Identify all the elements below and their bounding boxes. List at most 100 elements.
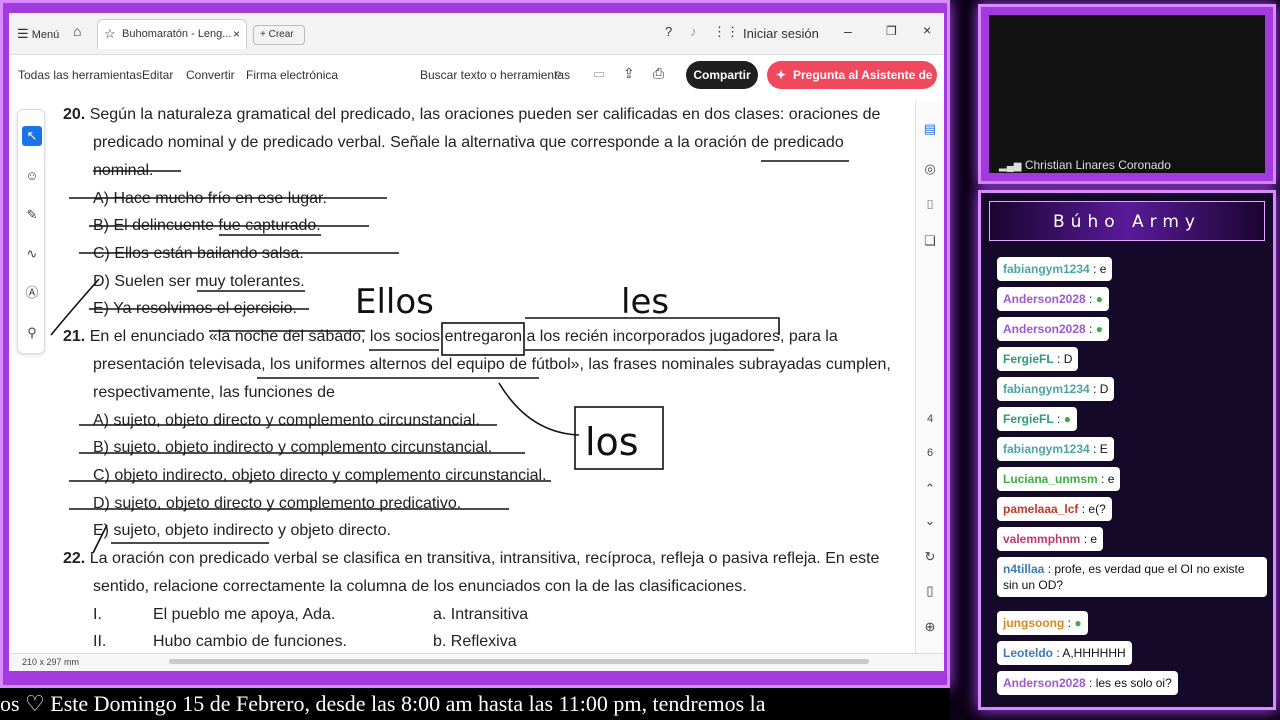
tool-bar: Todas las herramientas Editar Convertir … (9, 55, 944, 110)
chat-message: n4tillaa : profe, es verdad que el OI no… (997, 557, 1267, 597)
zoom-in-icon[interactable]: ⊕ (921, 619, 939, 637)
chat-username[interactable]: Anderson2028 (1003, 292, 1086, 306)
page-down-icon[interactable]: ⌄ (921, 513, 939, 531)
q21-option-c: C) objeto indirecto, objeto directo y co… (93, 467, 547, 484)
emote-icon: ● (1095, 292, 1103, 306)
chat-username[interactable]: Leoteldo (1003, 646, 1053, 660)
search-tools-field[interactable]: Buscar texto o herramientas (420, 68, 570, 82)
stream-layout: ☰ Menú ⌂ ☆ Buhomaratón - Leng... × + Cre… (0, 0, 1280, 720)
new-tab-button[interactable]: + Crear (253, 25, 305, 45)
q21-number: 21. (63, 328, 86, 345)
emote-icon: ● (1063, 412, 1071, 426)
chat-message: fabiangym1234 : D (997, 377, 1115, 401)
chat-username[interactable]: Anderson2028 (1003, 322, 1086, 336)
chat-separator: : (1085, 676, 1096, 690)
edit-pdf-icon[interactable]: ▤ (921, 121, 939, 139)
signal-bars-icon: ▂▄▆ (999, 161, 1022, 172)
q21-option-e: E) sujeto, objeto indirecto y objeto dir… (93, 522, 391, 539)
page-up-icon[interactable]: ⌃ (921, 481, 939, 499)
chat-username[interactable]: Anderson2028 (1003, 676, 1086, 690)
chat-separator: : (1085, 292, 1096, 306)
chat-text: e (1090, 532, 1098, 546)
chat-username[interactable]: FergieFL (1003, 412, 1054, 426)
q21-option-d: D) sujeto, objeto directo y complemento … (93, 495, 462, 512)
q20-line2: predicado nominal y de predicado verbal.… (93, 134, 844, 151)
chat-message-list[interactable]: fabiangym1234 : e Anderson2028 : ● Anderso… (981, 241, 1273, 711)
chat-username[interactable]: fabiangym1234 (1003, 262, 1090, 276)
close-tab-icon[interactable]: × (233, 27, 240, 41)
bell-icon[interactable]: ♪ (690, 24, 697, 39)
maximize-icon[interactable]: ❐ (886, 24, 897, 38)
news-ticker: os ♡ Este Domingo 15 de Febrero, desde l… (0, 688, 950, 720)
home-icon[interactable]: ⌂ (73, 23, 81, 39)
chat-username[interactable]: n4tillaa (1003, 562, 1044, 576)
chat-username[interactable]: fabiangym1234 (1003, 382, 1090, 396)
rotate-icon[interactable]: ↻ (921, 549, 939, 567)
chat-username[interactable]: Luciana_unmsm (1003, 472, 1098, 486)
apps-grid-icon[interactable]: ⋮⋮ (713, 24, 739, 40)
chat-separator: : (1044, 562, 1055, 576)
webcam-nameplate: ▂▄▆ Christian Linares Coronado (999, 158, 1171, 172)
chat-username[interactable]: jungsoong (1003, 616, 1064, 630)
pencil-icon[interactable]: ✎ (22, 205, 42, 225)
sign-in-button[interactable]: Iniciar sesión (743, 26, 819, 41)
annotation-toolbar: ↖ ☺ ✎ ∿ Ⓐ ⚲ (17, 109, 45, 354)
chat-text: E (1099, 442, 1108, 456)
star-icon[interactable]: ☆ (104, 26, 116, 42)
emote-icon: ● (1095, 322, 1103, 336)
chat-text: e (1099, 262, 1107, 276)
menu-button[interactable]: ☰ Menú (17, 26, 59, 42)
q21-line2: presentación televisada, los uniformes a… (93, 356, 891, 373)
all-tools-menu[interactable]: Todas las herramientas (18, 68, 142, 82)
chat-text: D (1063, 352, 1073, 366)
search-icon[interactable]: ⌕ (554, 65, 562, 82)
q22-line1: La oración con predicado verbal se clasi… (89, 550, 880, 567)
comment-icon[interactable]: ☺ (22, 166, 42, 186)
chat-username[interactable]: FergieFL (1003, 352, 1054, 366)
document-icon[interactable]: ▯ (921, 583, 939, 601)
q21-option-a: A) sujeto, objeto directo y complemento … (93, 412, 480, 429)
q20-option-b: B) El delincuente fue capturado. (93, 217, 321, 234)
chat-username[interactable]: fabiangym1234 (1003, 442, 1090, 456)
streamer-name: Christian Linares Coronado (1024, 158, 1171, 172)
pdf-viewer-window: ☰ Menú ⌂ ☆ Buhomaratón - Leng... × + Cre… (9, 13, 944, 671)
print-icon[interactable]: ⎙ (653, 65, 664, 82)
comment-panel-icon[interactable]: ◎ (921, 161, 939, 179)
page-size-label: 210 x 297 mm (22, 657, 80, 667)
horizontal-scrollbar[interactable] (169, 659, 869, 664)
stamp-icon[interactable]: ⚲ (22, 323, 42, 343)
pdf-page: 20. Según la naturaleza gramatical del p… (49, 101, 909, 656)
select-cursor-icon[interactable]: ↖ (22, 126, 42, 146)
upload-icon[interactable]: ⇪ (623, 65, 635, 82)
chat-separator: : (1078, 502, 1089, 516)
edit-menu[interactable]: Editar (142, 68, 173, 82)
menu-icon: ☰ (17, 26, 29, 41)
convert-menu[interactable]: Convertir (186, 68, 235, 82)
save-icon[interactable]: ▭ (593, 66, 605, 82)
chat-separator: : (1089, 382, 1100, 396)
ai-assistant-button[interactable]: ✦Pregunta al Asistente de IA (767, 61, 937, 110)
document-tab[interactable]: ☆ Buhomaratón - Leng... × (97, 19, 247, 49)
chat-message: valemmphnm : e (997, 527, 1104, 551)
chat-message: Anderson2028 : ● (997, 287, 1109, 311)
chat-message: jungsoong : ● (997, 611, 1088, 635)
q21-option-b: B) sujeto, objeto indirecto y complement… (93, 439, 493, 456)
chat-username[interactable]: valemmphnm (1003, 532, 1080, 546)
chat-text: e(? (1088, 502, 1106, 516)
share-button[interactable]: Compartir (686, 61, 758, 89)
chat-username[interactable]: pamelaaa_lcf (1003, 502, 1078, 516)
draw-loop-icon[interactable]: ∿ (22, 244, 42, 264)
text-select-icon[interactable]: Ⓐ (22, 283, 42, 303)
chat-separator: : (1089, 442, 1100, 456)
pages-icon[interactable]: ❏ (921, 233, 939, 251)
menu-label: Menú (31, 29, 60, 41)
q22-row1-class: a. Intransitiva (433, 606, 529, 623)
help-icon[interactable]: ? (665, 24, 672, 39)
esign-menu[interactable]: Firma electrónica (246, 68, 338, 82)
close-window-icon[interactable]: × (923, 22, 931, 38)
q20-option-a: A) Hace mucho frío en ese lugar. (93, 190, 327, 207)
minimize-icon[interactable]: – (844, 23, 852, 39)
plus-icon: + (260, 29, 266, 40)
bookmark-icon[interactable]: ⌷ (921, 197, 939, 215)
new-tab-label: Crear (268, 29, 294, 40)
